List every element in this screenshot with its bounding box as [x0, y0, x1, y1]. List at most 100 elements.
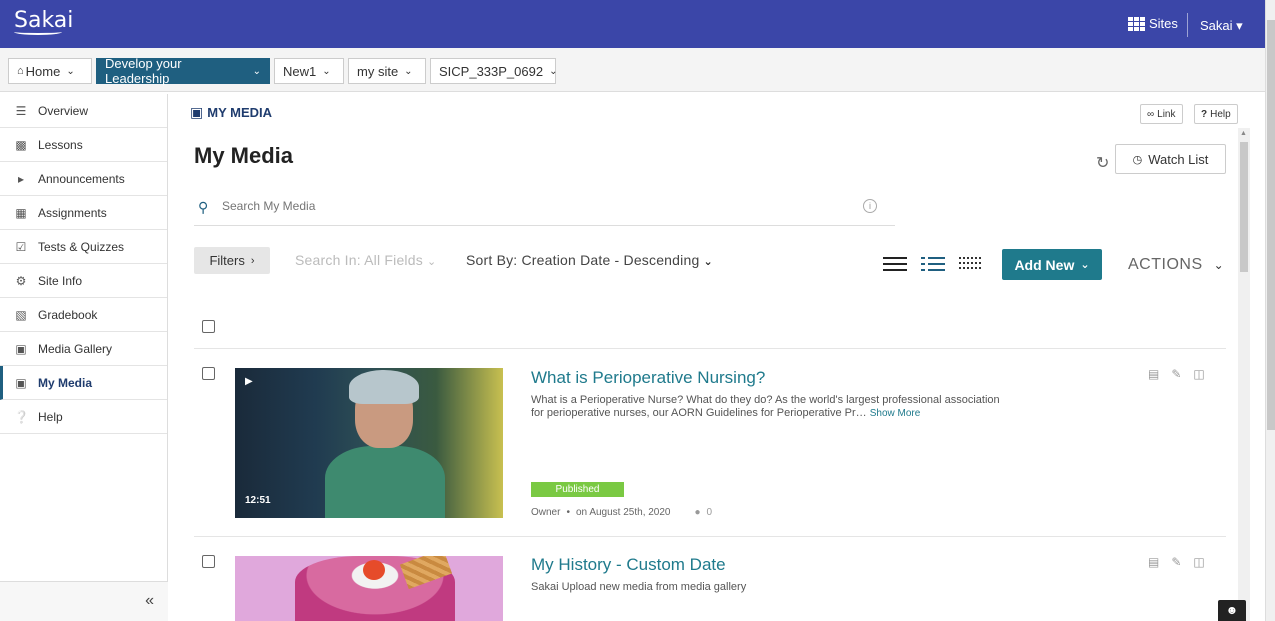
- sidebar-item-site-info[interactable]: ⚙ Site Info: [0, 264, 167, 298]
- view-list-icon[interactable]: [883, 256, 907, 272]
- search-input[interactable]: [222, 199, 822, 213]
- sidebar-item-label: Media Gallery: [38, 341, 113, 356]
- delete-icon[interactable]: ◫: [1193, 555, 1204, 569]
- refresh-icon[interactable]: ↻: [1096, 153, 1109, 173]
- search-in-label: Search In: All Fields: [295, 252, 423, 268]
- media-icon: ▣: [15, 375, 27, 390]
- analytics-icon[interactable]: ▤: [1148, 555, 1159, 569]
- sidebar-item-label: Help: [38, 409, 63, 424]
- page-scrollbar[interactable]: [1265, 0, 1275, 621]
- megaphone-icon: ▸: [17, 171, 25, 186]
- edit-icon[interactable]: ✎: [1171, 555, 1181, 569]
- logo-text: Sakai: [14, 8, 74, 33]
- search-bar: ⚲ i: [194, 193, 895, 226]
- chevron-down-icon[interactable]: ⌄: [549, 66, 557, 77]
- chevron-down-icon[interactable]: ⌄: [253, 66, 261, 77]
- sidebar-item-help[interactable]: ❔ Help: [0, 400, 167, 434]
- sites-button[interactable]: Sites: [1128, 16, 1178, 31]
- sidebar-item-lessons[interactable]: ▩ Lessons: [0, 128, 167, 162]
- sidebar-item-assignments[interactable]: ▦ Assignments: [0, 196, 167, 230]
- scrollbar-thumb[interactable]: [1267, 20, 1275, 430]
- entry-actions: ▤ ✎ ◫: [1148, 367, 1205, 381]
- site-tab-sicp[interactable]: SICP_333P_0692 ⌄: [430, 58, 557, 84]
- watch-list-label: Watch List: [1148, 151, 1209, 167]
- link-button[interactable]: ∞ Link: [1140, 104, 1183, 124]
- sort-by-dropdown[interactable]: Sort By: Creation Date - Descending ⌄: [466, 252, 713, 268]
- sakai-logo[interactable]: Sakai: [14, 8, 73, 35]
- content-scrollbar[interactable]: ▲: [1238, 128, 1250, 621]
- analytics-icon[interactable]: ▤: [1148, 367, 1159, 381]
- checkbox-icon: ☑: [15, 239, 27, 254]
- list-icon: ☰: [15, 103, 27, 118]
- site-tab-develop-your-leadership[interactable]: Develop your Leadership ⌄: [96, 56, 270, 86]
- show-more-link[interactable]: Show More: [870, 408, 921, 419]
- scroll-up-icon[interactable]: ▲: [1240, 130, 1247, 137]
- site-tab-label: New1: [283, 63, 317, 79]
- sidebar-item-gradebook[interactable]: ▧ Gradebook: [0, 298, 167, 332]
- entry-description: What is a Perioperative Nurse? What do t…: [531, 394, 1001, 420]
- thumbnail-cap: [349, 370, 419, 404]
- info-icon[interactable]: i: [863, 199, 877, 213]
- sidebar-item-label: Lessons: [38, 137, 83, 152]
- gear-icon: ⚙: [15, 273, 27, 288]
- media-icon: ▣: [15, 341, 27, 356]
- chevron-down-icon[interactable]: ⌄: [66, 66, 74, 77]
- sidebar-item-label: Announcements: [38, 171, 125, 186]
- search-in-dropdown[interactable]: Search In: All Fields ⌄: [295, 252, 436, 268]
- user-menu[interactable]: Sakai ▾: [1200, 18, 1243, 34]
- watch-list-button[interactable]: ◷ Watch List: [1115, 144, 1226, 174]
- add-new-button[interactable]: Add New ⌄: [1002, 249, 1102, 280]
- search-icon[interactable]: ⚲: [198, 199, 208, 216]
- thumbnail-figure: [325, 368, 445, 518]
- entry-checkbox[interactable]: [202, 367, 215, 380]
- sort-by-label: Sort By: Creation Date - Descending: [466, 252, 700, 268]
- select-all-checkbox[interactable]: [202, 320, 215, 333]
- delete-icon[interactable]: ◫: [1193, 367, 1204, 381]
- tool-sidebar: ☰ Overview ▩ Lessons ▸ Announcements ▦ A…: [0, 94, 168, 621]
- entry-checkbox[interactable]: [202, 555, 215, 568]
- comment-count: 0: [706, 507, 713, 518]
- bullet: •: [566, 507, 570, 518]
- entry-thumbnail[interactable]: ▶ 12:51: [235, 368, 503, 518]
- sidebar-item-media-gallery[interactable]: ▣ Media Gallery: [0, 332, 167, 366]
- chevron-down-icon: ⌄: [703, 256, 713, 268]
- site-tab-home[interactable]: ⌂ Home ⌄: [8, 58, 92, 84]
- chevron-down-icon[interactable]: ⌄: [404, 66, 412, 77]
- entry-thumbnail[interactable]: [235, 556, 503, 621]
- entry-description: Sakai Upload new media from media galler…: [531, 581, 747, 593]
- filters-button[interactable]: Filters ›: [194, 247, 270, 274]
- collapse-sidebar-button[interactable]: «: [0, 581, 168, 621]
- youtube-icon: ▶: [245, 376, 253, 387]
- sidebar-item-my-media[interactable]: ▣ My Media: [0, 366, 167, 400]
- site-tab-my-site[interactable]: my site ⌄: [348, 58, 426, 84]
- sidebar-item-announcements[interactable]: ▸ Announcements: [0, 162, 167, 196]
- sites-label: Sites: [1149, 16, 1178, 31]
- site-tab-new1[interactable]: New1 ⌄: [274, 58, 344, 84]
- sidebar-item-tests-quizzes[interactable]: ☑ Tests & Quizzes: [0, 230, 167, 264]
- divider: [194, 348, 1226, 349]
- sidebar-item-label: Assignments: [38, 205, 107, 220]
- entry-title[interactable]: What is Perioperative Nursing?: [531, 368, 765, 388]
- sidebar-item-label: Site Info: [38, 273, 83, 288]
- actions-dropdown[interactable]: ACTIONS ⌄: [1128, 256, 1224, 274]
- chevron-down-icon[interactable]: ⌄: [322, 66, 330, 77]
- help-button[interactable]: ? Help: [1194, 104, 1238, 124]
- comment-icon: ●: [694, 507, 701, 518]
- entry-date: on August 25th, 2020: [575, 507, 671, 518]
- edit-icon[interactable]: ✎: [1171, 367, 1181, 381]
- entry-title[interactable]: My History - Custom Date: [531, 555, 726, 575]
- scrollbar-thumb[interactable]: [1240, 142, 1248, 272]
- sidebar-item-overview[interactable]: ☰ Overview: [0, 94, 167, 128]
- entry-description-text: What is a Perioperative Nurse? What do t…: [531, 394, 1000, 419]
- add-new-label: Add New: [1014, 256, 1075, 273]
- file-icon: ▦: [15, 205, 27, 220]
- site-nav: ⌂ Home ⌄ Develop your Leadership ⌄ New1 …: [0, 48, 1275, 92]
- grid-icon: [1128, 16, 1145, 31]
- site-tab-label: SICP_333P_0692: [439, 63, 544, 79]
- header-divider: [1187, 13, 1188, 37]
- view-detailed-icon[interactable]: [921, 256, 945, 272]
- gradebook-icon: ▧: [15, 307, 27, 322]
- chat-icon[interactable]: ☻: [1218, 600, 1246, 621]
- view-compact-icon[interactable]: [959, 256, 983, 272]
- status-badge: Published: [531, 482, 624, 497]
